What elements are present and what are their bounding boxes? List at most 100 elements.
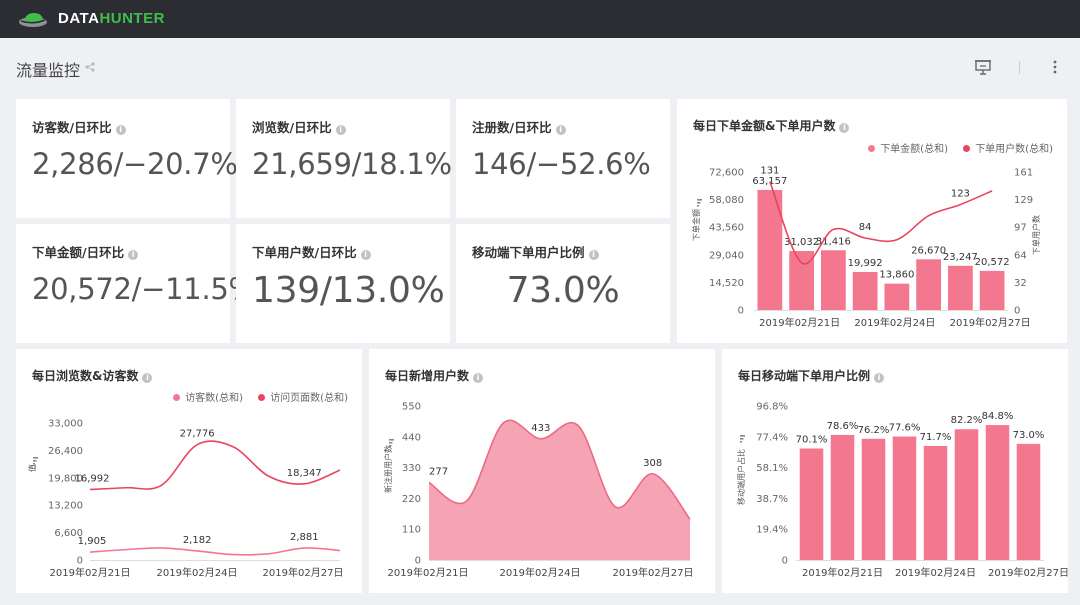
axis-filter-icon xyxy=(740,441,742,443)
info-icon[interactable]: i xyxy=(115,125,126,135)
bar-label: 84.8% xyxy=(982,411,1014,422)
bar-label: 26,670 xyxy=(911,245,946,256)
area-point-label: 433 xyxy=(531,423,550,434)
chart-card-orders[interactable]: 每日下单金额&下单用户数 i 下单金额(总和) 下单用户数(总和) 0 14,520… xyxy=(677,99,1067,343)
line-point-label: 16,992 xyxy=(75,473,110,484)
x-tick-label: 2019年02月27日 xyxy=(950,316,1031,329)
brand-prefix: DATA xyxy=(58,10,100,27)
axis-filter-icon xyxy=(389,442,393,444)
y-tick-label: 110 xyxy=(402,525,421,536)
area-point-label: 277 xyxy=(429,466,448,477)
bar xyxy=(892,436,917,560)
bar xyxy=(916,259,942,310)
kpi-card-visitors[interactable]: 访客数/日环比 i 2,286/−20.7% xyxy=(16,99,238,218)
series-line xyxy=(89,440,341,491)
y-tick-label: 220 xyxy=(402,494,421,505)
info-icon[interactable]: i xyxy=(128,250,139,260)
kpi-value: 139/13.0% xyxy=(252,270,445,311)
series-line xyxy=(89,547,341,556)
axis-filter-icon xyxy=(389,445,391,447)
axis-filter-icon xyxy=(33,460,37,462)
y-tick-label: 38.7% xyxy=(756,494,788,505)
kpi-value: 73.0% xyxy=(506,270,620,311)
y-tick-label-right: 32 xyxy=(1014,278,1027,289)
y-tick-label: 440 xyxy=(402,432,421,443)
kpi-title: 注册数/日环比 i xyxy=(472,117,566,136)
y-tick-label-right: 0 xyxy=(1014,306,1020,317)
chart-card-traffic[interactable]: 每日浏览数&访客数 i 访客数(总和) 访问页面数(总和) 0 6,600 13,20… xyxy=(16,349,362,593)
area-fill xyxy=(429,420,690,560)
kpi-card-pageviews[interactable]: 浏览数/日环比 i 21,659/18.1% xyxy=(236,99,452,218)
kpi-card-order-users[interactable]: 下单用户数/日环比 i 139/13.0% xyxy=(236,224,450,343)
bar-label: 70.1% xyxy=(796,434,828,445)
x-tick-label: 2019年02月21日 xyxy=(50,566,131,579)
axis-filter-icon xyxy=(697,205,699,207)
x-tick-label: 2019年02月21日 xyxy=(802,566,883,579)
mobile-chart[interactable]: 0 19.4% 38.7% 58.1% 77.4% 96.8% 移动端用户占比 70.1% 78… xyxy=(722,349,1068,593)
y-tick-label: 0 xyxy=(738,306,744,317)
x-tick-label: 2019年02月21日 xyxy=(759,316,840,329)
y-tick-label: 72,600 xyxy=(709,168,744,179)
y-tick-label: 550 xyxy=(402,402,421,413)
y-tick-label: 58.1% xyxy=(756,463,788,474)
line-point-label: 2,182 xyxy=(183,535,212,546)
y-axis-label: 新注册用户数 xyxy=(383,445,393,493)
bar xyxy=(979,270,1005,310)
info-icon[interactable]: i xyxy=(360,250,371,260)
y-axis-label: 下单用户数 xyxy=(1031,215,1041,255)
chart-card-signups[interactable]: 每日新增用户数 i 0 110 220 330 440 550 新注册用户数 277 433 308… xyxy=(369,349,715,593)
y-tick-label: 330 xyxy=(402,463,421,474)
bar-label: 19,992 xyxy=(848,258,883,269)
x-tick-label: 2019年02月24日 xyxy=(854,316,935,329)
y-tick-label: 0 xyxy=(77,556,83,567)
axis-filter-icon xyxy=(697,202,701,204)
line-point-label: 27,776 xyxy=(180,429,215,440)
kpi-value: 146/−52.6% xyxy=(472,147,651,181)
kpi-card-signups[interactable]: 注册数/日环比 i 146/−52.6% xyxy=(456,99,670,218)
line-point-label: 1,905 xyxy=(78,536,107,547)
y-tick-label: 19.4% xyxy=(756,525,788,536)
bar-label: 73.0% xyxy=(1013,430,1045,441)
info-icon[interactable]: i xyxy=(588,250,599,260)
brand-name[interactable]: DATAHUNTER xyxy=(58,10,165,27)
y-tick-label: 29,040 xyxy=(709,250,744,261)
bar-label: 23,247 xyxy=(943,252,978,263)
line-point-label: 18,347 xyxy=(287,468,322,479)
traffic-chart[interactable]: 06,60013,20019,80026,40033,000值1,905 2,18… xyxy=(16,349,362,593)
bar xyxy=(985,425,1010,560)
y-tick-label: 0 xyxy=(782,556,788,567)
axis-filter-icon xyxy=(389,439,394,441)
bar xyxy=(830,434,855,560)
kpi-card-mobile-ratio[interactable]: 移动端下单用户比例 i 73.0% xyxy=(456,224,670,343)
info-icon[interactable]: i xyxy=(335,125,346,135)
axis-filter-icon xyxy=(33,457,38,459)
bar-label: 71.7% xyxy=(920,432,952,443)
kpi-title: 浏览数/日环比 i xyxy=(252,117,346,136)
bar xyxy=(1016,443,1041,560)
y-tick-label: 77.4% xyxy=(756,432,788,443)
bar xyxy=(861,438,886,560)
y-tick-label-right: 161 xyxy=(1014,168,1033,179)
line-point-label: 131 xyxy=(760,165,779,176)
y-tick-label: 33,000 xyxy=(48,419,83,430)
toolbar-divider xyxy=(1019,61,1020,74)
bar xyxy=(884,283,910,310)
y-tick-label-right: 64 xyxy=(1014,250,1027,261)
share-icon[interactable] xyxy=(85,62,95,72)
bar xyxy=(954,429,979,560)
line-point-label: 84 xyxy=(859,222,872,233)
axis-filter-icon xyxy=(740,435,745,437)
x-tick-label: 2019年02月24日 xyxy=(895,566,976,579)
chart-card-mobile[interactable]: 每日移动端下单用户比例 i 0 19.4% 38.7% 58.1% 77.4% 96.8% 移… xyxy=(722,349,1068,593)
presentation-icon[interactable] xyxy=(974,58,992,76)
y-tick-label: 96.8% xyxy=(756,402,788,413)
orders-chart[interactable]: 0 14,520 29,040 43,560 58,080 72,600 0 32 64 97 12… xyxy=(677,99,1067,343)
kpi-title: 移动端下单用户比例 i xyxy=(472,242,599,261)
kpi-card-order-amount[interactable]: 下单金额/日环比 i 20,572/−11.5% xyxy=(16,224,256,343)
signups-chart[interactable]: 0 110 220 330 440 550 新注册用户数 277 433 308 2019年02月2… xyxy=(369,349,715,593)
kpi-value: 20,572/−11.5% xyxy=(32,272,256,306)
y-tick-label: 14,520 xyxy=(709,278,744,289)
hat-logo-icon[interactable] xyxy=(18,9,48,29)
info-icon[interactable]: i xyxy=(555,125,566,135)
more-vertical-icon[interactable] xyxy=(1046,58,1064,76)
